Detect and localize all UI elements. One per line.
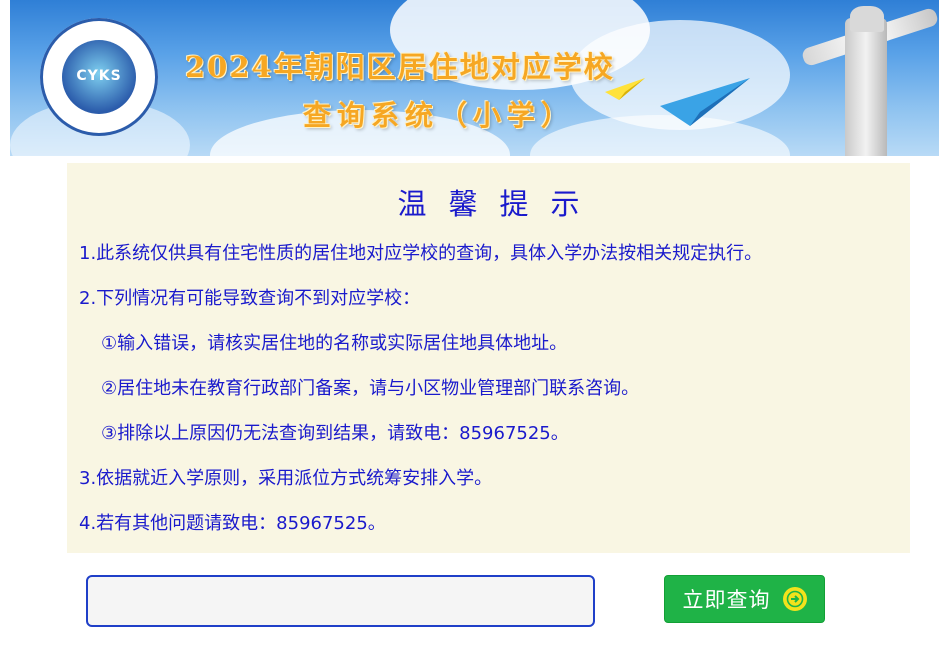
search-button-label: 立即查询	[682, 588, 771, 612]
banner-title: 2024年朝阳区居住地对应学校	[185, 50, 615, 84]
huabiao-pillar-icon	[850, 6, 884, 32]
paper-plane-icon	[660, 78, 750, 126]
notice-title: 温馨提示	[397, 187, 602, 221]
logo: CYKS	[40, 18, 158, 136]
huabiao-pillar-icon	[845, 18, 887, 156]
notice-subitem: ①输入错误，请核实居住地的名称或实际居住地具体地址。	[101, 333, 568, 354]
paper-plane-icon	[605, 78, 645, 100]
notice-item: 4.若有其他问题请致电：85967525。	[79, 513, 386, 534]
notice-item: 3.依据就近入学原则，采用派位方式统筹安排入学。	[79, 468, 493, 489]
address-search-input[interactable]	[86, 575, 595, 627]
header-banner: CYKS 2024年朝阳区居住地对应学校 查询系统（小学）	[10, 0, 939, 156]
notice-subitem: ②居住地未在教育行政部门备案，请与小区物业管理部门联系咨询。	[101, 378, 640, 399]
notice-panel: 温馨提示 1.此系统仅供具有住宅性质的居住地对应学校的查询，具体入学办法按相关规…	[67, 163, 910, 553]
notice-subitem: ③排除以上原因仍无法查询到结果，请致电：85967525。	[101, 423, 569, 444]
search-button[interactable]: 立即查询	[664, 575, 825, 623]
logo-text: CYKS	[76, 68, 122, 84]
banner-subtitle: 查询系统（小学）	[303, 99, 576, 132]
arrow-right-circle-icon	[782, 587, 807, 611]
notice-item: 2.下列情况有可能导致查询不到对应学校：	[79, 288, 421, 309]
notice-item: 1.此系统仅供具有住宅性质的居住地对应学校的查询，具体入学办法按相关规定执行。	[79, 243, 763, 264]
